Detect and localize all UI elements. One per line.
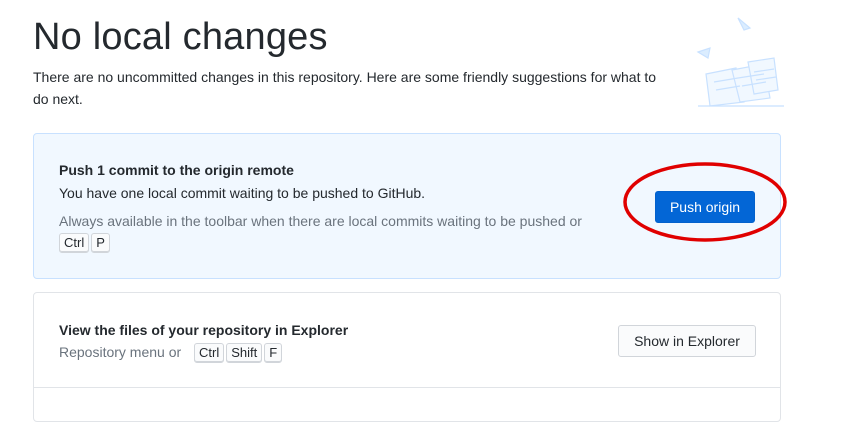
push-card-hint: Always available in the toolbar when the…: [59, 213, 582, 229]
explorer-card-title: View the files of your repository in Exp…: [59, 322, 349, 338]
push-origin-button[interactable]: Push origin: [655, 191, 755, 223]
push-card-title: Push 1 commit to the origin remote: [59, 162, 294, 178]
page-title: No local changes: [33, 16, 328, 58]
explorer-shortcut: Ctrl Shift F: [194, 343, 284, 363]
push-card-description: You have one local commit waiting to be …: [59, 185, 426, 201]
page-subtitle: There are no uncommitted changes in this…: [33, 69, 657, 107]
paper-stack-illustration-icon: [696, 17, 784, 107]
kbd-ctrl: Ctrl: [59, 233, 90, 253]
kbd-f: F: [264, 343, 283, 363]
card-divider: [34, 387, 780, 388]
kbd-p: P: [91, 233, 110, 253]
kbd-shift: Shift: [226, 343, 263, 363]
kbd-ctrl: Ctrl: [194, 343, 225, 363]
push-shortcut: Ctrl P: [59, 233, 112, 253]
show-in-explorer-button[interactable]: Show in Explorer: [618, 325, 756, 357]
explorer-card-hint: Repository menu or: [59, 344, 182, 360]
explorer-suggestion-card: View the files of your repository in Exp…: [33, 292, 781, 422]
